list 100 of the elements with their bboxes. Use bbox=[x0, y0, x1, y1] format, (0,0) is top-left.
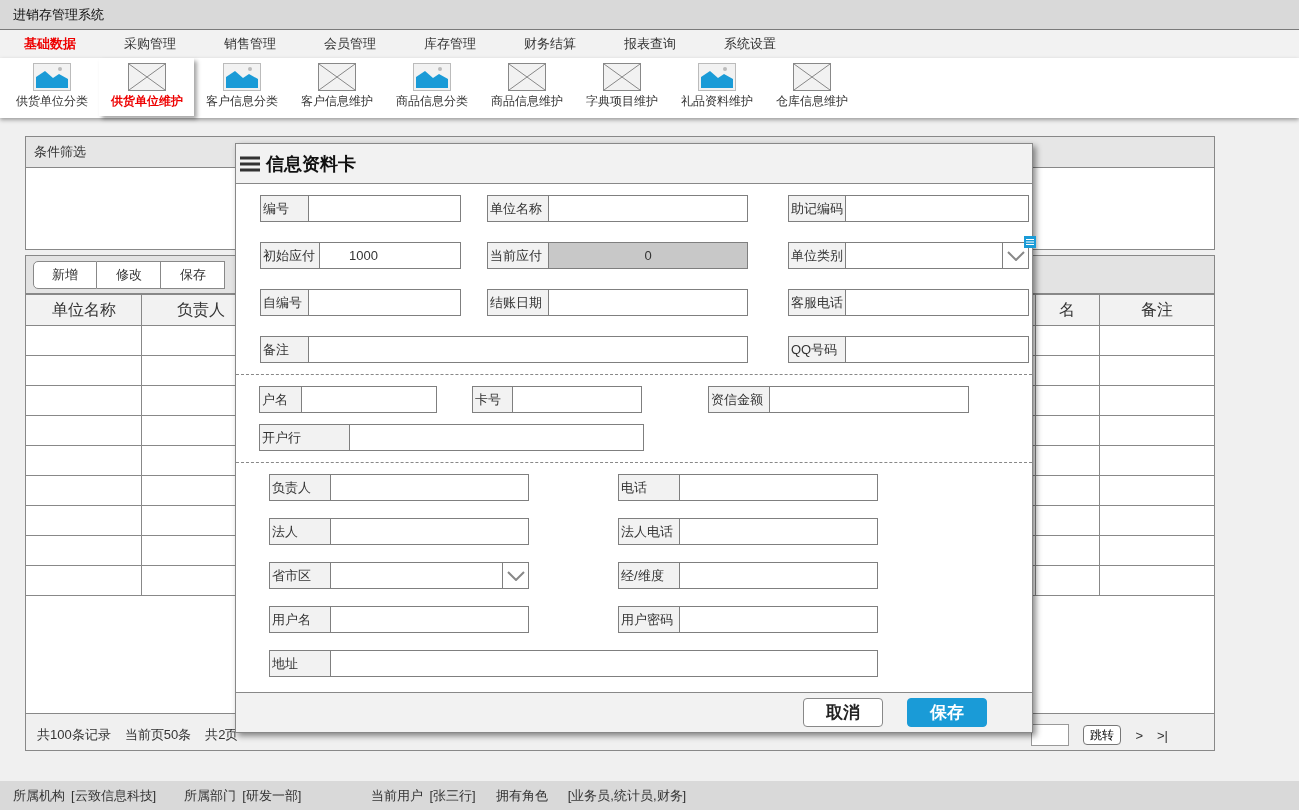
placeholder-icon bbox=[127, 63, 166, 91]
panel-title: 条件筛选 bbox=[34, 143, 86, 161]
input-field[interactable]: 负责人 bbox=[269, 474, 529, 501]
action-button[interactable]: 修改 bbox=[97, 260, 161, 289]
status-label: 拥有角色 bbox=[495, 786, 548, 805]
input-field[interactable]: 电话 bbox=[618, 474, 878, 501]
input-field[interactable]: 经/维度 bbox=[618, 562, 878, 589]
field-label: 省市区 bbox=[270, 563, 331, 588]
field-label: 自编号 bbox=[261, 290, 309, 315]
toolbar-item[interactable]: 供货单位分类 bbox=[4, 58, 99, 116]
dialog-title: 信息资料卡 bbox=[266, 152, 356, 176]
input-field[interactable]: 用户名 bbox=[269, 606, 529, 633]
toolbar-item[interactable]: 供货单位维护 bbox=[99, 58, 194, 116]
field-label: 单位名称 bbox=[488, 196, 549, 221]
field-label: 户名 bbox=[260, 387, 302, 412]
image-icon bbox=[412, 63, 451, 91]
field-label: 编号 bbox=[261, 196, 309, 221]
column-header: 负责人 bbox=[176, 299, 225, 320]
chevron-down-icon bbox=[506, 570, 525, 581]
menu-item[interactable]: 报表查询 bbox=[624, 35, 724, 53]
field-label: 初始应付 bbox=[261, 243, 320, 268]
status-value: [张三行] bbox=[429, 786, 476, 805]
field-label: 当前应付 bbox=[488, 243, 549, 268]
input-field[interactable]: 初始应付 1000 bbox=[260, 242, 461, 269]
menu-item[interactable]: 财务结算 bbox=[524, 35, 624, 53]
field-label: 卡号 bbox=[473, 387, 513, 412]
menu-item[interactable]: 采购管理 bbox=[124, 35, 224, 53]
input-field[interactable]: 卡号 bbox=[472, 386, 642, 413]
dropdown-field[interactable]: 省市区 bbox=[269, 562, 529, 589]
window-title: 进销存管理系统 bbox=[13, 5, 104, 24]
input-field[interactable]: 当前应付 0 bbox=[487, 242, 748, 269]
placeholder-icon bbox=[792, 63, 831, 91]
image-icon bbox=[222, 63, 261, 91]
field-label: 法人 bbox=[270, 519, 331, 544]
dropdown-field[interactable]: 单位类别 bbox=[788, 242, 1029, 269]
field-value: 1000 bbox=[348, 247, 379, 265]
input-field[interactable]: 户名 bbox=[259, 386, 437, 413]
page-field[interactable] bbox=[1031, 724, 1070, 746]
input-field[interactable]: 法人 bbox=[269, 518, 529, 545]
menu-item[interactable]: 系统设置 bbox=[724, 35, 824, 53]
field-label: 负责人 bbox=[270, 475, 331, 500]
field-label: 资信金额 bbox=[709, 387, 770, 412]
column-header: 备注 bbox=[1140, 299, 1173, 320]
field-label: 经/维度 bbox=[619, 563, 680, 588]
menu-item[interactable]: 销售管理 bbox=[224, 35, 324, 53]
toolbar-item[interactable]: 礼品资料维护 bbox=[669, 58, 764, 116]
field-label: 开户行 bbox=[260, 425, 350, 450]
image-icon bbox=[32, 63, 71, 91]
input-field[interactable]: 用户密码 bbox=[618, 606, 878, 633]
input-field[interactable]: 助记编码 bbox=[788, 195, 1029, 222]
input-field[interactable]: 客服电话 bbox=[788, 289, 1029, 316]
next-page-link[interactable]: > bbox=[1135, 727, 1144, 743]
action-button[interactable]: 保存 bbox=[161, 260, 225, 289]
image-icon bbox=[697, 63, 736, 91]
placeholder-icon bbox=[507, 63, 546, 91]
toolbar-item[interactable]: 商品信息维护 bbox=[479, 58, 574, 116]
input-field[interactable]: 自编号 bbox=[260, 289, 461, 316]
toolbar-item[interactable]: 商品信息分类 bbox=[384, 58, 479, 116]
input-field[interactable]: 编号 bbox=[260, 195, 461, 222]
field-label: 地址 bbox=[270, 651, 331, 676]
input-field[interactable]: QQ号码 bbox=[788, 336, 1029, 363]
input-field[interactable]: 备注 bbox=[260, 336, 748, 363]
field-label: 客服电话 bbox=[789, 290, 846, 315]
toolbar-item[interactable]: 客户信息维护 bbox=[289, 58, 384, 116]
list-icon[interactable] bbox=[1024, 236, 1036, 248]
status-value: [业务员,统计员,财务] bbox=[567, 786, 687, 805]
toolbar-item[interactable]: 仓库信息维护 bbox=[764, 58, 859, 116]
page-count: 共2页 bbox=[205, 726, 239, 744]
status-label: 所属部门 bbox=[184, 786, 237, 805]
field-label: QQ号码 bbox=[789, 337, 846, 362]
record-count: 共100条记录 bbox=[37, 726, 111, 744]
cancel-button[interactable]: 取消 bbox=[803, 698, 883, 727]
field-label: 结账日期 bbox=[488, 290, 549, 315]
input-field[interactable]: 法人电话 bbox=[618, 518, 878, 545]
field-label: 备注 bbox=[261, 337, 309, 362]
field-label: 助记编码 bbox=[789, 196, 846, 221]
placeholder-icon bbox=[317, 63, 356, 91]
input-field[interactable]: 单位名称 bbox=[487, 195, 748, 222]
input-field[interactable]: 地址 bbox=[269, 650, 878, 677]
menu-item[interactable]: 库存管理 bbox=[424, 35, 524, 53]
jump-button[interactable]: 跳转 bbox=[1083, 725, 1122, 745]
menu-item[interactable]: 会员管理 bbox=[324, 35, 424, 53]
field-label: 电话 bbox=[619, 475, 680, 500]
input-field[interactable]: 资信金额 bbox=[708, 386, 969, 413]
status-value: [云致信息科技] bbox=[71, 786, 157, 805]
input-field[interactable]: 结账日期 bbox=[487, 289, 748, 316]
toolbar-item[interactable]: 字典项目维护 bbox=[574, 58, 669, 116]
status-label: 所属机构 bbox=[13, 786, 65, 805]
menu-icon[interactable] bbox=[240, 155, 260, 172]
column-header: 名 bbox=[1059, 299, 1076, 320]
field-label: 用户名 bbox=[270, 607, 331, 632]
toolbar-item[interactable]: 客户信息分类 bbox=[194, 58, 289, 116]
input-field[interactable]: 开户行 bbox=[259, 424, 644, 451]
menu-item[interactable]: 基础数据 bbox=[24, 35, 124, 53]
placeholder-icon bbox=[602, 63, 641, 91]
status-value: [研发一部] bbox=[242, 786, 302, 805]
last-page-link[interactable]: >| bbox=[1157, 727, 1168, 743]
chevron-down-icon bbox=[1006, 250, 1025, 261]
field-label: 单位类别 bbox=[789, 243, 846, 268]
action-button[interactable]: 新增 bbox=[33, 260, 97, 289]
